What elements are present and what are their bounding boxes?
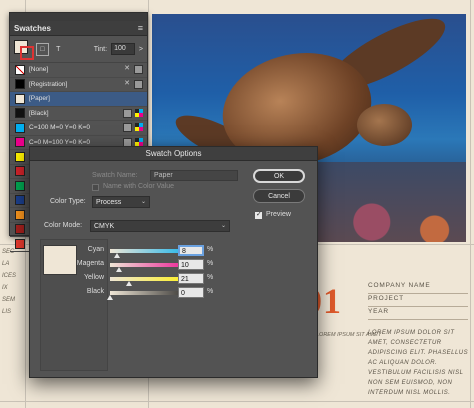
swatch-row[interactable]: [Registration] ✕ — [10, 78, 147, 92]
swatch-color-chip — [15, 64, 25, 75]
percent-sign: % — [207, 274, 214, 281]
channel-value-input[interactable]: 21 — [178, 273, 204, 284]
swatch-type-icons — [123, 123, 143, 133]
percent-sign: % — [207, 260, 214, 267]
channel-value-input[interactable]: 0 — [178, 287, 204, 298]
swatch-name: [Paper] — [29, 95, 50, 103]
color-type-value: Process — [96, 199, 122, 206]
swatch-color-chip — [15, 108, 25, 119]
swatch-color-chip — [15, 122, 25, 133]
dialog-title: Swatch Options — [30, 147, 317, 161]
swatch-type-icons: ✕ — [123, 65, 143, 75]
swatch-color-chip — [15, 151, 25, 162]
company-info: COMPANY NAME PROJECT YEAR — [368, 282, 468, 321]
left-text-line: SEM — [2, 297, 16, 303]
preview-label: Preview — [266, 211, 291, 218]
swatch-name: C=0 M=100 Y=0 K=0 — [29, 138, 90, 146]
process-color-icon — [123, 108, 132, 118]
swatch-type-icons — [123, 108, 143, 118]
project-label: PROJECT — [368, 295, 468, 307]
preview-checkbox[interactable] — [255, 210, 262, 219]
container-formatting-icon[interactable]: □ — [35, 42, 49, 56]
swatch-options-dialog: Swatch Options Swatch Name: Paper Name w… — [29, 146, 318, 378]
left-column-text: SEC LA ICES IX SEM LIS — [2, 246, 22, 318]
swatch-row[interactable]: [None] ✕ — [10, 63, 147, 78]
swatch-name: [None] — [29, 66, 49, 74]
channel-slider-thumb[interactable] — [114, 253, 121, 258]
name-with-color-value-label: Name with Color Value — [103, 183, 175, 190]
panel-grip[interactable] — [10, 13, 147, 21]
panel-tab-bar: Swatches ≡ — [10, 21, 147, 36]
swatch-color-chip — [15, 79, 25, 90]
swatch-color-chip — [15, 137, 25, 148]
year-label: YEAR — [368, 308, 468, 320]
color-mode-value: CMYK — [94, 223, 115, 230]
swatch-name: C=100 M=0 Y=0 K=0 — [29, 124, 90, 132]
percent-sign: % — [207, 288, 214, 295]
swatches-toolbar: □ T Tint: 100 > — [10, 36, 147, 63]
left-text-line: IX — [2, 285, 8, 291]
color-preview-swatch — [43, 245, 77, 275]
registration-icon — [134, 79, 143, 89]
turtle-head — [357, 104, 412, 146]
caption-text: LOREM IPSUM SIT AMET — [316, 332, 382, 338]
ok-button[interactable]: OK — [253, 169, 305, 183]
hamburger-menu-icon[interactable]: ≡ — [138, 23, 143, 33]
body-text: LOREM IPSUM DOLOR SIT AMET, CONSECTETUR … — [368, 330, 469, 396]
process-color-icon — [123, 123, 132, 133]
swatch-color-chip — [15, 93, 25, 104]
cmyk-mode-icon — [135, 108, 143, 117]
tint-label: Tint: — [93, 45, 108, 53]
swatch-name: [Black] — [29, 109, 49, 117]
channel-label: Yellow — [84, 274, 104, 281]
color-type-label: Color Type: — [50, 198, 86, 205]
channel-label: Black — [86, 288, 104, 295]
swatch-color-chip — [15, 195, 25, 206]
swatch-color-chip — [15, 180, 25, 191]
left-text-line: ICES — [2, 273, 17, 279]
swatch-name-field[interactable]: Paper — [150, 170, 238, 181]
text-formatting-icon[interactable]: T — [53, 44, 64, 55]
swatch-row[interactable]: C=100 M=0 Y=0 K=0 — [10, 121, 147, 136]
non-editable-icon: ✕ — [124, 65, 130, 73]
color-mode-select[interactable]: CMYK ⌄ — [90, 220, 230, 232]
channel-label: Magenta — [76, 260, 104, 267]
non-editable-icon: ✕ — [124, 79, 130, 87]
channel-slider-thumb[interactable] — [125, 281, 132, 286]
name-with-color-value-checkbox[interactable] — [92, 184, 99, 191]
chevron-down-icon: ⌄ — [140, 199, 146, 205]
registration-icon — [134, 65, 143, 75]
fill-stroke-icon[interactable] — [14, 40, 34, 60]
channel-value-input[interactable]: 10 — [178, 259, 204, 270]
chevron-down-icon: ⌄ — [220, 223, 226, 229]
swatch-color-chip — [15, 209, 25, 220]
left-text-line: LIS — [2, 309, 12, 315]
swatch-color-chip — [15, 224, 25, 235]
cmyk-mode-icon — [135, 137, 143, 146]
swatch-type-icons: ✕ — [123, 79, 143, 89]
swatch-name-label: Swatch Name: — [92, 172, 138, 179]
channel-value-input[interactable]: 8 — [178, 245, 204, 256]
cmyk-mode-icon — [135, 123, 143, 132]
swatch-color-chip — [15, 238, 25, 249]
channel-slider-thumb[interactable] — [107, 295, 113, 300]
swatch-row[interactable]: [Black] — [10, 107, 147, 121]
swatch-name: [Registration] — [29, 80, 68, 88]
tint-arrow-icon[interactable]: > — [139, 46, 143, 53]
color-type-select[interactable]: Process ⌄ — [92, 196, 150, 208]
swatch-row[interactable]: [Paper] — [10, 92, 147, 107]
channel-slider-thumb[interactable] — [116, 267, 122, 272]
left-text-line: LA — [2, 261, 10, 267]
color-mode-label: Color Mode: — [44, 222, 83, 229]
guide-line — [0, 401, 474, 402]
swatches-tab[interactable]: Swatches — [14, 24, 51, 33]
channel-label: Cyan — [87, 246, 104, 253]
percent-sign: % — [207, 246, 214, 253]
company-name-label: COMPANY NAME — [368, 282, 468, 294]
cancel-button[interactable]: Cancel — [253, 189, 305, 203]
swatch-color-chip — [15, 166, 25, 177]
tint-input[interactable]: 100 — [111, 43, 135, 55]
